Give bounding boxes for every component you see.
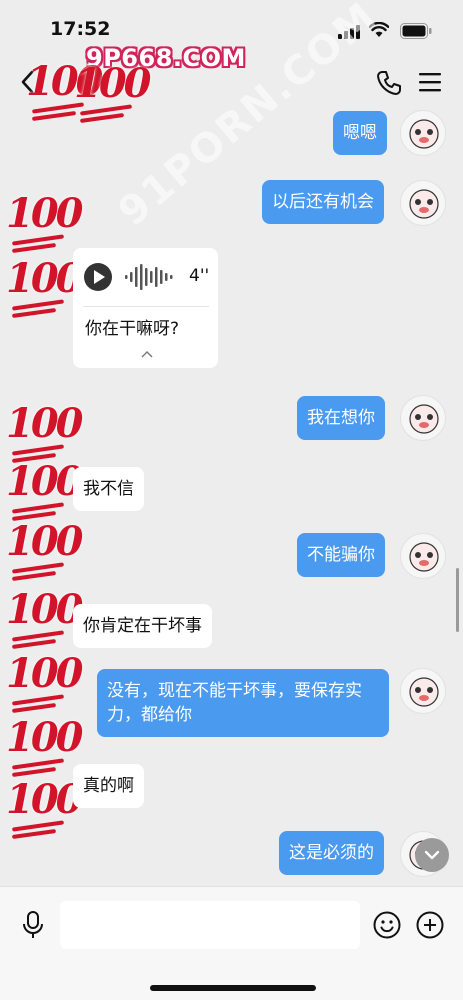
cartoon-face-icon [409,404,439,434]
cellular-signal-icon [338,25,360,39]
cartoon-face-icon [409,189,439,219]
hundred-points-emoji-sticker: 100 [6,255,84,321]
outgoing-message-bubble[interactable]: 我在想你 [297,396,385,440]
hundred-points-emoji-sticker: 100 [74,60,152,126]
user-avatar[interactable] [400,180,446,226]
hundred-points-emoji-sticker: 100 [6,190,84,256]
hundred-points-emoji-sticker: 100 [6,776,84,842]
voice-message-card[interactable]: 4'' 你在干嘛呀? [73,248,218,368]
message-text-line: 力，都给你 [107,705,192,725]
cartoon-face-icon [409,677,439,707]
status-time: 17:52 [50,18,111,40]
play-icon[interactable] [83,262,113,292]
plus-circle-icon[interactable] [416,911,444,939]
hundred-points-emoji-sticker: 100 [6,400,84,466]
incoming-message-bubble[interactable]: 我不信 [73,467,144,511]
divider [83,306,209,307]
chevron-up-icon[interactable] [141,350,153,358]
hundred-points-emoji-sticker: 100 [6,518,84,584]
hamburger-menu-icon[interactable] [418,71,442,93]
outgoing-message-bubble[interactable]: 这是必须的 [279,831,384,875]
audio-waveform-icon [125,264,173,290]
message-input[interactable] [60,901,360,949]
user-avatar[interactable] [400,395,446,441]
hundred-points-emoji-sticker: 100 [6,650,84,716]
chevron-down-icon [424,850,440,860]
outgoing-message-bubble[interactable]: 没有，现在不能干坏事，要保存实 力，都给你 [97,669,389,737]
cartoon-face-icon [409,119,439,149]
incoming-message-bubble[interactable]: 真的啊 [73,764,144,808]
outgoing-message-bubble[interactable]: 嗯嗯 [333,111,387,155]
message-text-line: 没有，现在不能干坏事，要保存实 [107,681,362,701]
voice-duration: 4'' [189,266,210,286]
home-indicator [150,985,316,991]
voice-transcript: 你在干嘛呀? [85,319,180,339]
scrollbar[interactable] [456,568,459,632]
user-avatar[interactable] [400,668,446,714]
user-avatar[interactable] [400,533,446,579]
hundred-points-emoji-sticker: 100 [6,714,84,780]
outgoing-message-bubble[interactable]: 不能骗你 [297,533,385,577]
scroll-to-bottom-button[interactable] [415,838,449,872]
phone-icon[interactable] [376,70,402,96]
battery-icon [400,23,432,39]
smiley-icon[interactable] [373,911,401,939]
incoming-message-bubble[interactable]: 你肯定在干坏事 [73,604,212,648]
outgoing-message-bubble[interactable]: 以后还有机会 [262,180,384,224]
message-input-bar [0,886,463,1000]
cartoon-face-icon [409,542,439,572]
microphone-icon[interactable] [22,911,44,939]
wifi-icon [369,22,389,37]
hundred-points-emoji-sticker: 100 [6,458,84,524]
user-avatar[interactable] [400,110,446,156]
hundred-points-emoji-sticker: 100 [6,586,84,652]
